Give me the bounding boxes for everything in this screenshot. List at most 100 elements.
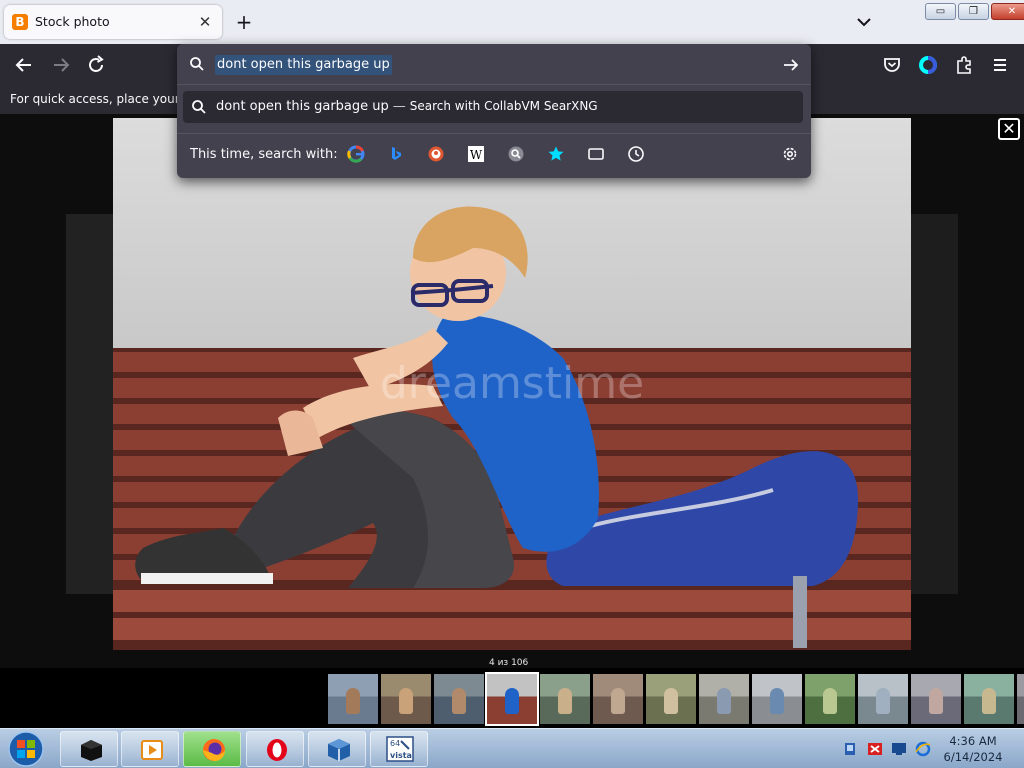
stock-photo-boy-on-bench[interactable]: dreamstime [113,118,911,650]
terminal-icon [81,740,102,761]
tabs-icon[interactable] [587,145,605,163]
thumbnail-figure [346,688,360,714]
thumbnail-figure [929,688,943,714]
forward-arrow-icon[interactable] [50,54,72,76]
thumbnail-figure [399,688,413,714]
thumbnail[interactable] [434,674,484,724]
clock-date: 6/14/2024 [943,750,1003,764]
suggestion-separator: — [392,99,406,114]
thumbnail[interactable] [911,674,961,724]
search-suggestion[interactable]: dont open this garbage up — Search with Co… [183,91,803,123]
history-icon[interactable] [627,145,645,163]
settings-icon[interactable] [781,145,799,163]
search-with-label: This time, search with: [190,147,338,162]
thumbnail-figure [611,688,625,714]
virtualbox-icon [328,739,350,761]
bookmarks-hint: For quick access, place your bookmarks h… [10,92,178,106]
thumbnail-figure [664,688,678,714]
divider [177,133,811,134]
chevron-down-icon[interactable] [852,12,876,32]
page-content: dreamstime [0,114,1024,668]
back-arrow-icon[interactable] [13,54,35,76]
google-icon[interactable] [347,145,365,163]
window-controls: ▭ ❐ ✕ [925,3,1024,20]
background-panel [910,214,958,594]
suggestion-engine: Search with CollabVM SearXNG [409,99,598,113]
thumbnail-figure [558,688,572,714]
thumbnail[interactable] [328,674,378,724]
taskbar-terminal[interactable] [60,731,118,767]
thumbnail[interactable] [540,674,590,724]
go-arrow-icon[interactable] [781,55,801,75]
vista-bits: 64 [390,739,400,748]
minimize-button[interactable]: ▭ [925,3,956,20]
restore-button[interactable]: ❐ [958,3,989,20]
taskbar-virtualbox[interactable] [308,731,366,767]
taskbar-firefox[interactable] [183,731,241,767]
network-icon[interactable] [842,741,858,757]
thumbnail[interactable] [699,674,749,724]
wikipedia-letter: W [470,148,483,162]
close-viewer-button[interactable]: ✕ [998,118,1020,140]
vista-label: vista [390,751,412,760]
wikipedia-icon[interactable]: W [467,145,485,163]
watermark: dreamstime [380,358,644,409]
bookmarks-icon[interactable] [547,145,565,163]
taskbar-opera[interactable] [246,731,304,767]
firefox-icon [203,739,225,761]
urlbar-dropdown: dont open this garbage up dont open this… [177,44,811,178]
taskbar-vista[interactable]: 64 vista [370,731,428,767]
searxng-icon[interactable] [507,145,525,163]
thumbnail[interactable] [381,674,431,724]
thumbnail[interactable] [593,674,643,724]
blogger-icon: B [12,14,28,30]
thumbnail[interactable] [805,674,855,724]
extensions-icon[interactable] [953,54,975,76]
search-icon [190,57,204,71]
duckduckgo-icon[interactable] [427,145,445,163]
taskbar: 64 vista 4:36 AM 6/14/2024 [0,728,1024,768]
search-icon [192,100,206,114]
tab-strip: B Stock photo ✕ + ▭ ❐ ✕ [0,0,1024,44]
account-icon[interactable] [917,54,939,76]
media-player-icon [141,740,163,760]
close-tab-icon[interactable]: ✕ [194,11,216,33]
thumbnail-figure [823,688,837,714]
opera-icon [267,739,287,761]
thumbnail-figure [770,688,784,714]
clock-time: 4:36 AM [949,734,997,748]
thumbnail[interactable] [964,674,1014,724]
volume-muted-icon[interactable] [867,741,883,757]
vista-icon: 64 vista [386,736,414,762]
reload-icon[interactable] [85,54,107,76]
thumbnail-figure [982,688,996,714]
thumbnail[interactable] [858,674,908,724]
thumbnail-figure [452,688,466,714]
thumbnail-figure [505,688,519,714]
thumbnail[interactable] [752,674,802,724]
new-tab-button[interactable]: + [232,10,256,34]
divider [177,84,811,85]
start-button[interactable] [6,730,46,768]
menu-icon[interactable] [989,54,1011,76]
thumbnail-figure [717,688,731,714]
screen: B Stock photo ✕ + ▭ ❐ ✕ For quick access… [0,0,1024,768]
url-input[interactable]: dont open this garbage up [215,55,392,75]
thumbnail[interactable] [646,674,696,724]
window-close-button[interactable]: ✕ [991,3,1024,20]
system-clock[interactable]: 4:36 AM 6/14/2024 [943,733,1003,765]
thumbnail-figure [876,688,890,714]
pocket-icon[interactable] [881,54,903,76]
suggestion-text: dont open this garbage up — Search with Co… [216,99,598,114]
thumbnail[interactable] [1017,674,1024,724]
background-panel [66,214,114,594]
thumbnail[interactable] [485,672,539,726]
display-icon[interactable] [891,741,907,757]
tab-title: Stock photo [35,14,110,29]
image-counter: 4 из 106 [489,658,529,668]
taskbar-media-player[interactable] [121,731,179,767]
tab-stock-photo[interactable]: B Stock photo ✕ [4,5,222,39]
bing-icon[interactable] [387,145,405,163]
suggestion-query: dont open this garbage up [216,99,389,114]
ie-icon[interactable] [915,741,931,757]
